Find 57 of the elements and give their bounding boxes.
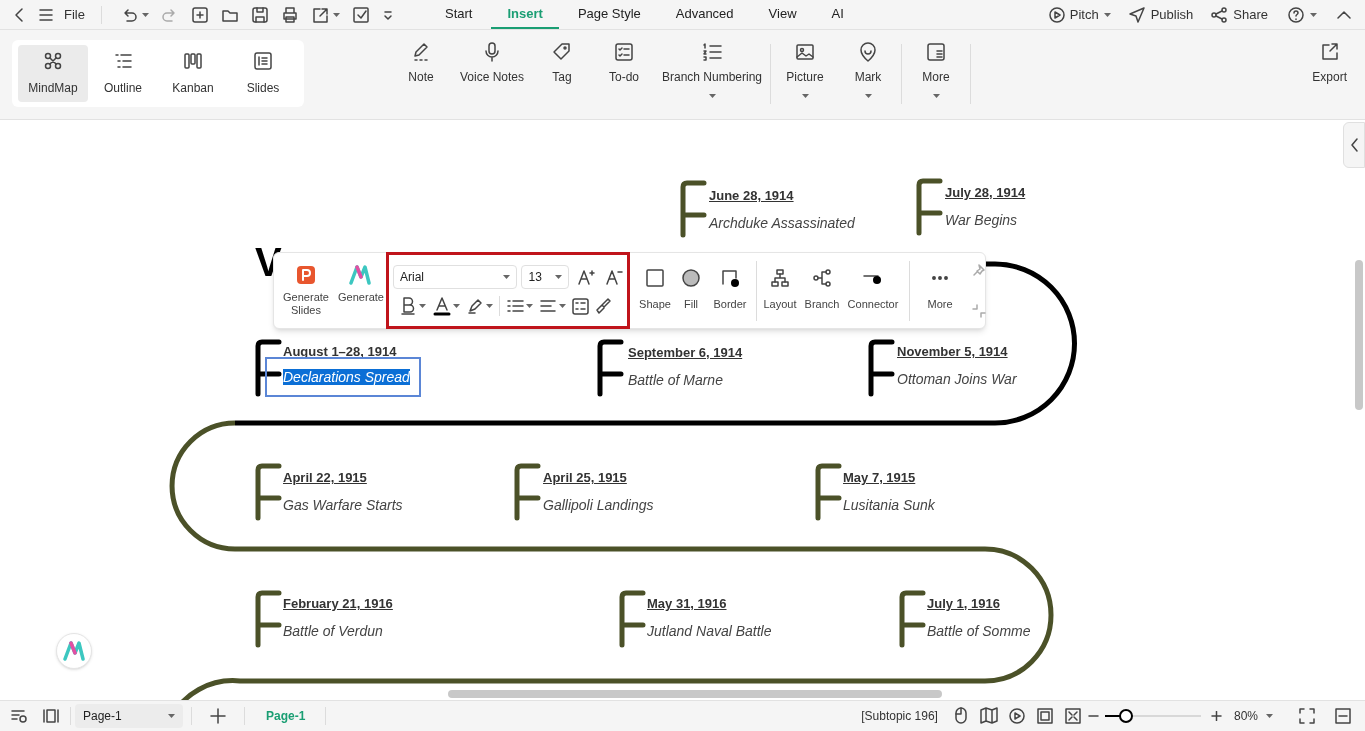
event-description: Gas Warfare Starts (283, 496, 403, 515)
event-description: Ottoman Joins War (897, 370, 1017, 389)
event-description: Archduke Assassinated (709, 214, 855, 233)
generate-button[interactable]: Generate Slides (278, 265, 334, 317)
event-description: Gallipoli Landings (543, 496, 654, 515)
tab[interactable]: Page Style (561, 0, 657, 29)
toolbar-button[interactable]: Tag (532, 40, 592, 86)
pitch-button[interactable]: Pitch (1048, 4, 1111, 25)
tab[interactable]: View (752, 0, 813, 29)
event-date: April 25, 1915 (543, 469, 627, 487)
file-menu[interactable]: File (62, 4, 87, 25)
zoom-select[interactable]: 80% (1233, 707, 1273, 725)
event-description: Battle of Verdun (283, 622, 383, 641)
event-date: September 6, 1914 (628, 344, 743, 362)
toolbar-button[interactable]: Mark (837, 40, 899, 98)
event-description: War Begins (945, 211, 1018, 230)
toolbar-button[interactable]: To-do (592, 40, 656, 86)
generate-button[interactable]: Generate (336, 265, 386, 304)
toolbar-button[interactable]: Branch Numbering (656, 40, 768, 98)
format-button[interactable]: Connector (845, 253, 901, 328)
event-description: Battle of Marne (628, 371, 723, 390)
format-button[interactable]: Border (708, 253, 752, 328)
event-description: Battle of Somme (927, 622, 1031, 641)
event-date: February 21, 1916 (283, 595, 393, 613)
subtopic-label: [Subtopic 196] (861, 708, 938, 725)
share-button[interactable]: Share (1211, 4, 1268, 25)
toolbar-button[interactable]: Picture (773, 40, 837, 98)
event-date: April 22, 1915 (283, 469, 367, 487)
event-description: Jutland Naval Battle (647, 622, 772, 641)
view-button[interactable]: MindMap (18, 45, 88, 102)
toolbar-button[interactable]: More (904, 40, 968, 98)
event-description: Lusitania Sunk (843, 496, 935, 515)
event-date: May 31, 1916 (647, 595, 727, 613)
view-button[interactable]: Slides (228, 45, 298, 102)
view-button[interactable]: Kanban (158, 45, 228, 102)
event-date: November 5, 1914 (897, 343, 1008, 361)
format-button[interactable]: Fill (674, 253, 708, 328)
format-button[interactable]: Branch (801, 253, 843, 328)
event-date: May 7, 1915 (843, 469, 916, 487)
view-button[interactable]: Outline (88, 45, 158, 102)
event-date: July 1, 1916 (927, 595, 1000, 613)
publish-button[interactable]: Publish (1128, 4, 1194, 25)
tab[interactable]: AI (815, 0, 860, 29)
font-select[interactable]: Arial (393, 265, 518, 289)
tab[interactable]: Start (429, 0, 489, 29)
page-select[interactable]: Page-1 (75, 704, 183, 728)
toolbar-button[interactable]: Voice Notes (452, 40, 532, 86)
export-button[interactable]: Export (1312, 40, 1347, 86)
event-date: June 28, 1914 (709, 187, 794, 205)
format-button[interactable]: Shape (636, 253, 674, 328)
format-button[interactable]: More (918, 253, 962, 328)
event-date: July 28, 1914 (945, 184, 1026, 202)
event-description[interactable]: Declarations Spread (265, 357, 421, 397)
toolbar-button[interactable]: Note (390, 40, 452, 86)
size-select[interactable]: 13 (521, 265, 569, 289)
format-button[interactable]: Layout (761, 253, 799, 328)
tab[interactable]: Advanced (659, 0, 750, 29)
